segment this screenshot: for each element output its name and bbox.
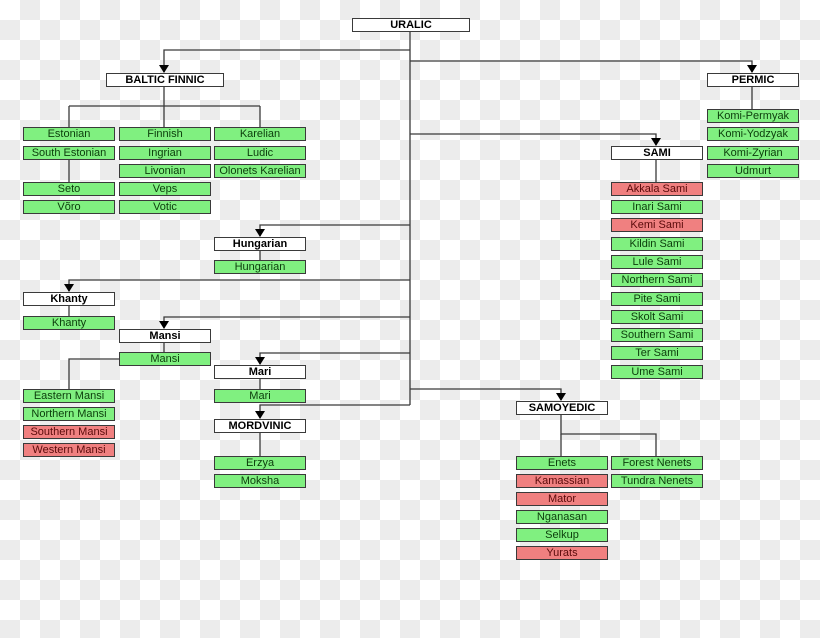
language-box-extinct: Akkala Sami — [611, 182, 703, 196]
language-box-living: Votic — [119, 200, 211, 214]
branch-line — [410, 60, 753, 72]
language-box-living: Northern Sami — [611, 273, 703, 287]
language-box-living: Ludic — [214, 146, 306, 160]
language-box-living: Northern Mansi — [23, 407, 115, 421]
branch-line — [163, 316, 410, 328]
language-box-living: Estonian — [23, 127, 115, 141]
group-mordvinic: MORDVINIC — [214, 419, 306, 433]
arrow-down-icon — [255, 411, 265, 419]
arrow-down-icon — [64, 284, 74, 292]
root-uralic: URALIC — [352, 18, 470, 32]
group-khanty: Khanty — [23, 292, 115, 306]
language-box-living: Lule Sami — [611, 255, 703, 269]
language-box-living: Mansi — [119, 352, 211, 366]
arrow-down-icon — [159, 65, 169, 73]
language-box-living: Tundra Nenets — [611, 474, 703, 488]
language-box-extinct: Western Mansi — [23, 443, 115, 457]
arrow-down-icon — [747, 65, 757, 73]
connector-line — [68, 358, 119, 389]
language-box-living: Selkup — [516, 528, 608, 542]
language-box-living: Komi-Zyrian — [707, 146, 799, 160]
language-box-living: Seto — [23, 182, 115, 196]
language-box-living: Khanty — [23, 316, 115, 330]
language-box-extinct: Southern Mansi — [23, 425, 115, 439]
connector-line — [560, 414, 657, 456]
language-box-living: Ingrian — [119, 146, 211, 160]
language-box-living: Pite Sami — [611, 292, 703, 306]
language-box-living: Skolt Sami — [611, 310, 703, 324]
group-samoyedic: SAMOYEDIC — [516, 401, 608, 415]
language-box-living: Ume Sami — [611, 365, 703, 379]
language-box-living: Komi-Yodzyak — [707, 127, 799, 141]
branch-line — [259, 352, 410, 364]
language-box-living: Inari Sami — [611, 200, 703, 214]
language-box-living: Hungarian — [214, 260, 306, 274]
arrow-down-icon — [255, 357, 265, 365]
language-box-living: Mari — [214, 389, 306, 403]
language-box-living: Eastern Mansi — [23, 389, 115, 403]
language-box-living: Moksha — [214, 474, 306, 488]
language-box-living: Veps — [119, 182, 211, 196]
group-mansi: Mansi — [119, 329, 211, 343]
arrow-down-icon — [255, 229, 265, 237]
language-box-living: Livonian — [119, 164, 211, 178]
group-hungarian: Hungarian — [214, 237, 306, 251]
language-box-living: Komi-Permyak — [707, 109, 799, 123]
group-baltic-finnic: BALTIC FINNIC — [106, 73, 224, 87]
branch-line — [68, 279, 410, 291]
branch-line — [410, 388, 562, 400]
language-box-living: Kildin Sami — [611, 237, 703, 251]
language-box-living: Southern Sami — [611, 328, 703, 342]
language-box-living: Karelian — [214, 127, 306, 141]
language-box-extinct: Yurats — [516, 546, 608, 560]
branch-line — [259, 224, 410, 236]
language-box-living: Forest Nenets — [611, 456, 703, 470]
branch-line — [163, 49, 410, 72]
branch-line — [259, 404, 410, 418]
language-box-living: Olonets Karelian — [214, 164, 306, 178]
language-box-living: Võro — [23, 200, 115, 214]
language-box-living: Udmurt — [707, 164, 799, 178]
language-box-living: Nganasan — [516, 510, 608, 524]
branch-line — [410, 133, 657, 145]
language-box-living: Enets — [516, 456, 608, 470]
arrow-down-icon — [556, 393, 566, 401]
language-box-living: Erzya — [214, 456, 306, 470]
language-box-living: Finnish — [119, 127, 211, 141]
language-box-extinct: Kemi Sami — [611, 218, 703, 232]
language-box-living: South Estonian — [23, 146, 115, 160]
group-permic: PERMIC — [707, 73, 799, 87]
arrow-down-icon — [651, 138, 661, 146]
language-box-extinct: Kamassian — [516, 474, 608, 488]
arrow-down-icon — [159, 321, 169, 329]
group-mari: Mari — [214, 365, 306, 379]
language-box-living: Ter Sami — [611, 346, 703, 360]
group-sami: SAMI — [611, 146, 703, 160]
language-box-extinct: Mator — [516, 492, 608, 506]
